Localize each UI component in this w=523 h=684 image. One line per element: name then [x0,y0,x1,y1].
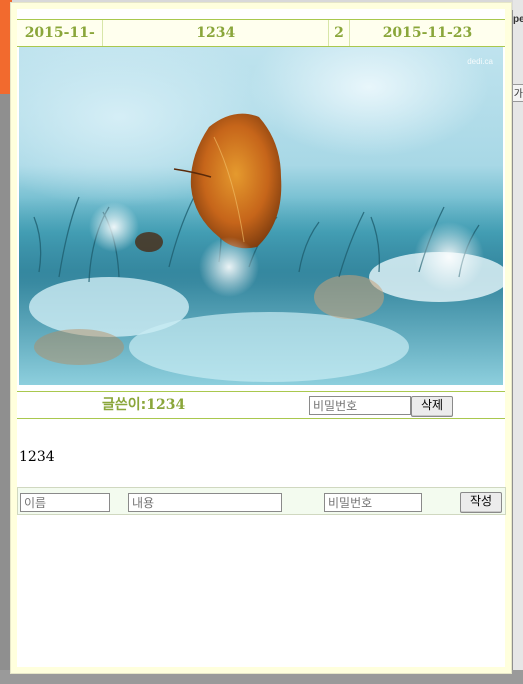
post-content-panel: 2015-11-23 1234 2 2015-11-23 03:46:26 [17,9,506,667]
background-button-fragment[interactable]: 가 [512,84,523,102]
post-title: 1234 [103,20,330,46]
post-popup: 2015-11-23 1234 2 2015-11-23 03:46:26 [10,2,512,674]
post-view-count: 2 [329,20,350,46]
photo-watermark: dedi.ca [467,57,493,66]
post-image: dedi.ca [19,47,503,385]
author-name: 1234 [146,397,186,413]
comment-password-input[interactable] [324,493,422,512]
author-label: 글쓴이:1234 [102,392,185,418]
post-meta-row: 2015-11-23 1234 2 2015-11-23 03:46:26 [17,19,505,67]
comment-submit-button[interactable]: 작성 [460,492,502,513]
author-prefix: 글쓴이: [102,397,147,413]
leaf-photo-illustration [19,113,503,385]
post-date: 2015-11-23 [17,20,104,67]
comment-content-input[interactable] [128,493,282,512]
delete-password-input[interactable] [309,396,411,415]
background-page-right-edge [513,0,523,684]
background-text-fragment: pe [513,14,523,25]
post-datetime: 2015-11-23 03:46:26 [382,25,473,67]
delete-button[interactable]: 삭제 [411,396,453,417]
post-body-text: 1234 [19,449,55,465]
comment-form: 작성 [17,487,506,515]
author-row: 글쓴이:1234 삭제 [17,391,505,419]
comment-name-input[interactable] [20,493,110,512]
